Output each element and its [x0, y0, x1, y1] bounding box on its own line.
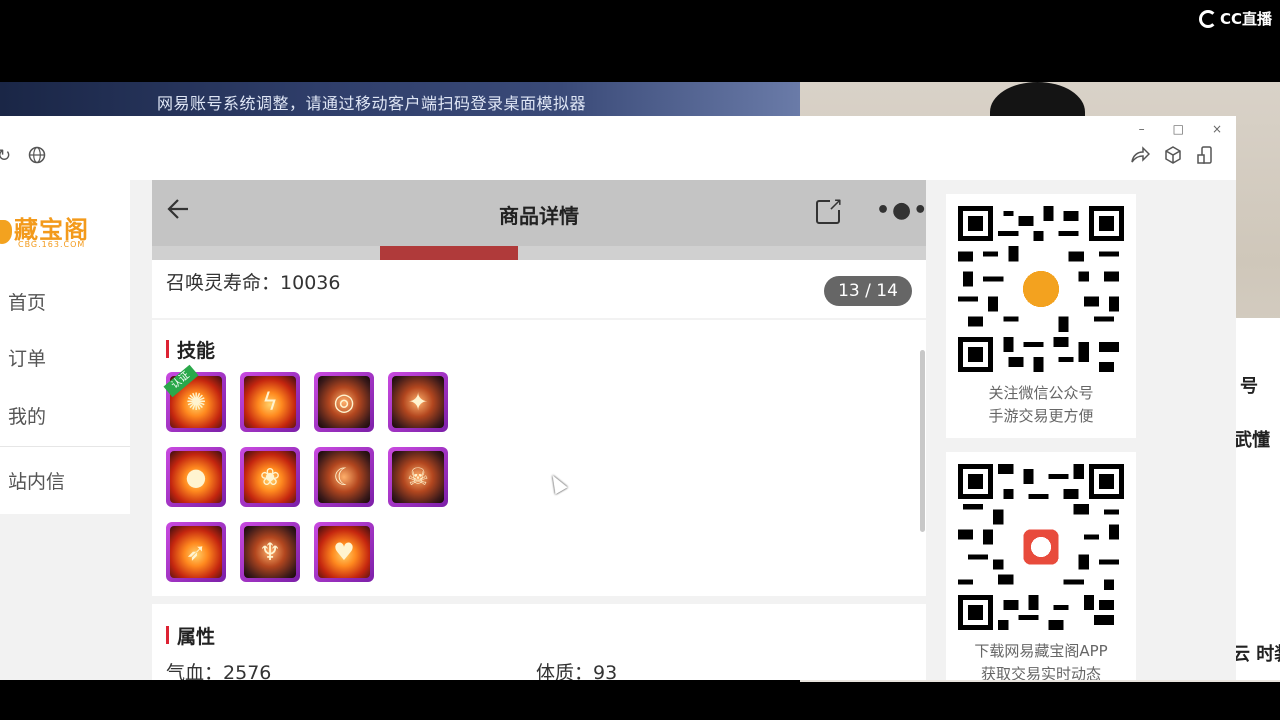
tab-strip — [152, 246, 926, 260]
nav-item-messages[interactable]: 站内信 — [8, 467, 65, 494]
app-download-qr-code — [958, 464, 1124, 630]
storm-icon: ◎ — [318, 376, 370, 428]
globe-icon[interactable] — [27, 146, 47, 166]
qr-caption: 下载网易藏宝阁APP — [974, 642, 1108, 660]
background-notice-text: 网易账号系统调整，请通过移动客户端扫码登录桌面模拟器 — [157, 94, 587, 113]
heart-flame-icon: ♥ — [318, 526, 370, 578]
background-label: 云 时装 — [1232, 644, 1280, 665]
cc-live-watermark: CC直播 — [1198, 8, 1272, 29]
attributes-section-title: 属性 — [166, 622, 215, 649]
skill-slot[interactable]: ♆ — [240, 522, 300, 582]
page-content: 藏宝阁 CBG.163.COM 首页 订单 我的 站内信 商品详情 ↗ •●• — [0, 180, 1236, 680]
wechat-qr-card: 关注微信公众号 手游交易更方便 — [946, 194, 1136, 438]
cube-icon[interactable] — [1163, 146, 1183, 166]
page-title: 商品详情 — [499, 204, 579, 228]
skill-slot[interactable]: ♥ — [314, 522, 374, 582]
qr-caption: 手游交易更方便 — [988, 407, 1094, 425]
qr-caption: 关注微信公众号 — [988, 384, 1094, 402]
app-download-qr-card: 下载网易藏宝阁APP 获取交易实时动态 — [946, 452, 1136, 680]
demon-mask-icon: ♆ — [244, 526, 296, 578]
attr-value: 93 — [593, 662, 618, 680]
nav-item-orders[interactable]: 订单 — [8, 344, 46, 371]
refresh-icon[interactable]: ↻ — [0, 146, 14, 166]
cbg-logo[interactable]: 藏宝阁 CBG.163.COM — [0, 206, 110, 256]
fire-orb-icon: ● — [170, 451, 222, 503]
summon-life-card: 召唤灵寿命：10036 — [152, 260, 926, 318]
lightning-icon: ϟ — [244, 376, 296, 428]
qr-caption: 获取交易实时动态 — [980, 665, 1101, 680]
skill-slot[interactable]: ✺ 认证 — [163, 364, 226, 432]
image-pager-badge: 13 / 14 — [824, 276, 912, 306]
moon-flame-icon: ☾ — [318, 451, 370, 503]
left-nav: 藏宝阁 CBG.163.COM 首页 订单 我的 站内信 — [0, 180, 130, 514]
skills-section-title: 技能 — [166, 336, 215, 363]
skill-slot[interactable]: ✦ — [388, 372, 448, 432]
money-bag-icon — [0, 220, 12, 244]
active-tab-indicator[interactable] — [380, 246, 518, 260]
attr-row-hp: 气血：2576 — [166, 658, 271, 680]
attr-row-constitution: 体质：93 — [536, 658, 617, 680]
logo-subtext: CBG.163.COM — [18, 240, 86, 249]
skill-slot[interactable]: ❀ — [240, 447, 300, 507]
skill-slot[interactable]: ➶ — [166, 522, 226, 582]
rabbit-icon: ❀ — [244, 451, 296, 503]
scrollbar-thumb[interactable] — [920, 350, 925, 532]
attr-label: 气血： — [166, 662, 224, 680]
skill-slot[interactable]: ☾ — [314, 447, 374, 507]
maximize-button[interactable]: □ — [1173, 122, 1184, 136]
watermark-text: CC直播 — [1219, 10, 1272, 28]
phone-icon[interactable] — [1195, 146, 1215, 166]
axe-icon: ✦ — [392, 376, 444, 428]
nav-item-home[interactable]: 首页 — [8, 288, 46, 315]
browser-toolbar: ↻ — [0, 142, 1236, 172]
summon-life-value: 10036 — [280, 272, 341, 294]
product-detail-view: 商品详情 ↗ •●• 召唤灵寿命：10036 13 / 14 技能 ✺ 认证 ϟ… — [152, 180, 926, 680]
background-side-panel: 号 武懂 云 时装 — [1232, 318, 1280, 680]
nav-divider — [0, 446, 130, 447]
detail-header: 商品详情 ↗ •●• — [152, 180, 926, 246]
demon-face-icon: ☠ — [392, 451, 444, 503]
share-arrow-icon: ↗ — [828, 194, 844, 215]
summon-life-label: 召唤灵寿命： — [166, 272, 281, 294]
close-button[interactable]: × — [1212, 122, 1222, 136]
background-notice-banner: 网易账号系统调整，请通过移动客户端扫码登录桌面模拟器 — [0, 82, 800, 118]
summon-life-row: 召唤灵寿命：10036 — [166, 268, 340, 295]
background-label: 武懂 — [1234, 430, 1270, 451]
skill-slot[interactable]: ϟ — [240, 372, 300, 432]
screen: CC直播 网易账号系统调整，请通过移动客户端扫码登录桌面模拟器 号 武懂 云 时… — [0, 0, 1280, 720]
attributes-card: 属性 气血：2576 体质：93 — [152, 604, 926, 680]
skill-slot[interactable]: ◎ — [314, 372, 374, 432]
skills-card: 技能 ✺ 认证 ϟ ◎ ✦ ● ❀ ☾ ☠ ➶ ♆ ♥ — [152, 320, 926, 596]
attr-value: 2576 — [223, 662, 272, 680]
nav-item-mine[interactable]: 我的 — [8, 402, 46, 429]
minimize-button[interactable]: – — [1139, 122, 1145, 136]
skill-slot[interactable]: ● — [166, 447, 226, 507]
more-options-icon[interactable]: •●• — [876, 198, 926, 223]
attr-label: 体质： — [536, 662, 594, 680]
fire-arrow-icon: ➶ — [170, 526, 222, 578]
app-window: – □ × ↻ 藏宝阁 CBG.163.COM 首页 订单 我的 站内信 商品详… — [0, 116, 1236, 680]
share-icon[interactable] — [1130, 146, 1151, 166]
wechat-qr-code — [958, 206, 1124, 372]
skill-slot[interactable]: ☠ — [388, 447, 448, 507]
background-label: 号 — [1240, 376, 1258, 397]
window-controls: – □ × — [1139, 122, 1222, 136]
cc-logo-icon — [1198, 9, 1217, 28]
